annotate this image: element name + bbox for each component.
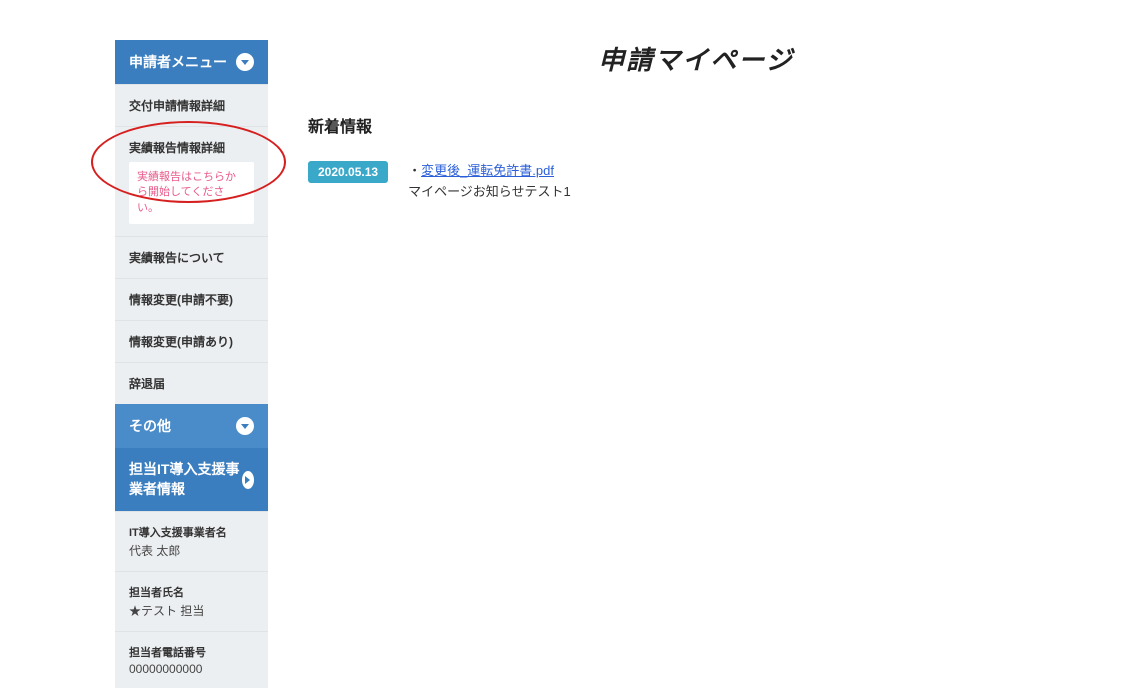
sidebar-item-report-detail[interactable]: 実績報告情報詳細 実績報告はこちらから開始してください。 [115,126,268,236]
sidebar-item-label: 実績報告情報詳細 [129,141,225,155]
info-label: IT導入支援事業者名 [129,524,254,540]
news-row: 2020.05.13 ・変更後_運転免許書.pdf マイページお知らせテスト1 [308,161,1084,203]
sidebar-item-label: 情報変更(申請不要) [129,293,233,307]
section-title-news: 新着情報 [308,113,1084,137]
menu-header-other[interactable]: その他 [115,404,268,448]
info-label: 担当者電話番号 [129,644,254,660]
sidebar-item-decline[interactable]: 辞退届 [115,362,268,404]
bullet: ・ [408,163,421,178]
menu-header-label: その他 [129,416,171,436]
chevron-down-icon [236,417,254,435]
info-company: IT導入支援事業者名 代表 太郎 [115,511,268,571]
menu-header-it-support[interactable]: 担当IT導入支援事業者情報 [115,448,268,511]
main-content: 申請マイページ 新着情報 2020.05.13 ・変更後_運転免許書.pdf マ… [268,40,1124,688]
notice-text: 実績報告はこちらから開始してください。 [137,171,236,214]
news-content: ・変更後_運転免許書.pdf マイページお知らせテスト1 [408,161,571,203]
news-body: マイページお知らせテスト1 [408,184,571,199]
menu-header-label: 担当IT導入支援事業者情報 [129,460,242,499]
sidebar-item-info-change-none[interactable]: 情報変更(申請不要) [115,278,268,320]
info-phone: 担当者電話番号 00000000000 [115,631,268,688]
info-value: 代表 太郎 [129,542,254,559]
sidebar: 申請者メニュー 交付申請情報詳細 実績報告情報詳細 実績報告はこちらから開始して… [115,40,268,688]
sidebar-item-about-report[interactable]: 実績報告について [115,236,268,278]
news-link[interactable]: 変更後_運転免許書.pdf [421,163,554,178]
report-notice: 実績報告はこちらから開始してください。 [129,162,254,224]
info-label: 担当者氏名 [129,584,254,600]
sidebar-item-grant-detail[interactable]: 交付申請情報詳細 [115,84,268,126]
page-title: 申請マイページ [308,40,1084,77]
news-date-badge: 2020.05.13 [308,161,388,183]
menu-header-applicant[interactable]: 申請者メニュー [115,40,268,84]
info-value: 00000000000 [129,662,254,676]
sidebar-item-label: 辞退届 [129,377,165,391]
info-person: 担当者氏名 ★テスト 担当 [115,571,268,631]
sidebar-item-label: 実績報告について [129,251,225,265]
sidebar-item-label: 交付申請情報詳細 [129,99,225,113]
menu-header-label: 申請者メニュー [129,52,227,72]
chevron-right-icon [242,471,254,489]
chevron-down-icon [236,53,254,71]
info-value: ★テスト 担当 [129,602,254,619]
sidebar-item-label: 情報変更(申請あり) [129,335,233,349]
sidebar-item-info-change-with[interactable]: 情報変更(申請あり) [115,320,268,362]
